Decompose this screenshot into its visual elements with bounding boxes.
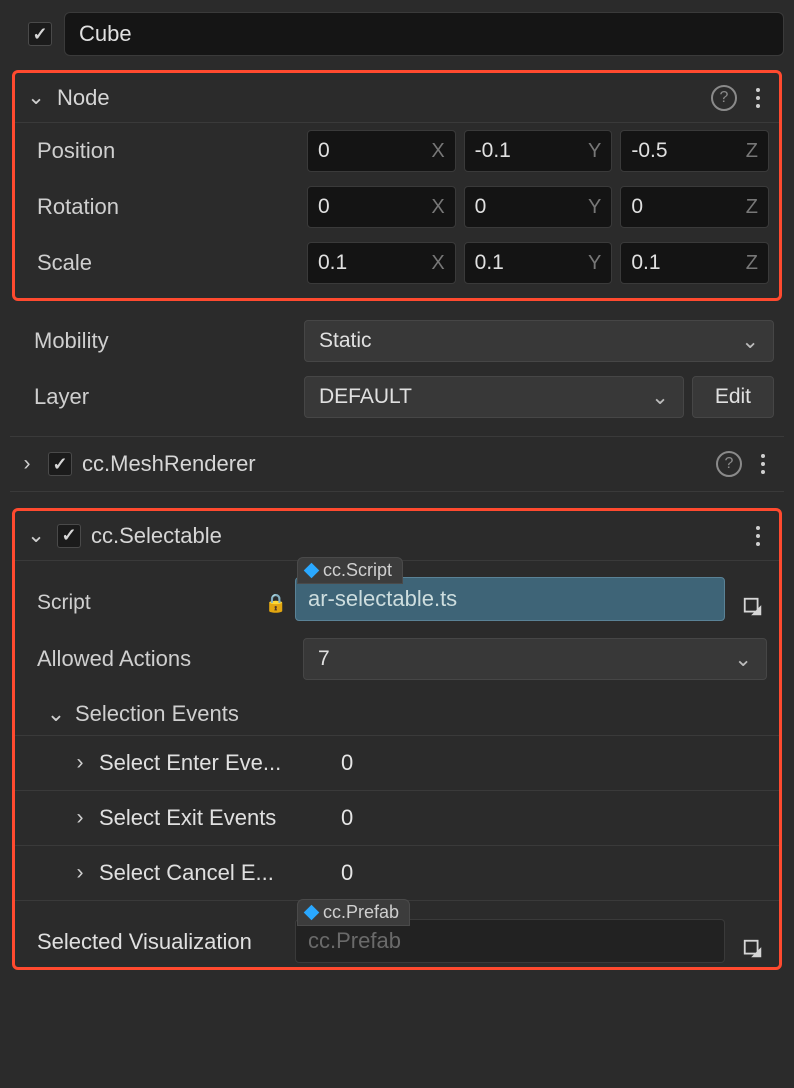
script-type-tag: cc.Script: [297, 557, 403, 584]
chevron-right-icon: ›: [69, 861, 91, 885]
selectable-header[interactable]: ⌄ cc.Selectable: [15, 511, 779, 561]
selected-visualization-row: Selected Visualization cc.Prefab cc.Pref…: [15, 901, 779, 967]
scale-label: Scale: [37, 250, 299, 276]
rotation-x-input[interactable]: 0X: [307, 186, 456, 228]
scale-row: Scale 0.1X 0.1Y 0.1Z: [15, 235, 779, 298]
open-reference-icon[interactable]: [739, 935, 767, 963]
help-icon[interactable]: ?: [716, 451, 742, 477]
mesh-renderer-header[interactable]: › cc.MeshRenderer ?: [10, 436, 784, 492]
scale-z-input[interactable]: 0.1Z: [620, 242, 769, 284]
script-row: Script 🔒 cc.Script ar-selectable.ts: [15, 561, 779, 631]
lock-icon: 🔒: [265, 593, 287, 614]
chevron-right-icon: ›: [69, 806, 91, 830]
object-name-input[interactable]: [64, 12, 784, 56]
rotation-label: Rotation: [37, 194, 299, 220]
layer-row: Layer DEFAULT⌄ Edit: [10, 369, 784, 436]
scale-y-input[interactable]: 0.1Y: [464, 242, 613, 284]
allowed-actions-row: Allowed Actions 7⌄: [15, 631, 779, 687]
edit-layer-button[interactable]: Edit: [692, 376, 774, 418]
selection-events-title: Selection Events: [75, 701, 239, 727]
enable-toggle[interactable]: [28, 22, 52, 46]
scale-x-input[interactable]: 0.1X: [307, 242, 456, 284]
position-label: Position: [37, 138, 299, 164]
node-header[interactable]: ⌄ Node ?: [15, 73, 779, 123]
selectable-toggle[interactable]: [57, 524, 81, 548]
chevron-down-icon: ⌄: [25, 85, 47, 110]
kebab-menu-icon[interactable]: [747, 85, 769, 111]
allowed-actions-label: Allowed Actions: [37, 646, 295, 672]
diamond-icon: [304, 563, 320, 579]
selectable-title: cc.Selectable: [91, 523, 737, 549]
chevron-down-icon: ⌄: [25, 523, 47, 548]
open-reference-icon[interactable]: [739, 593, 767, 621]
select-exit-events-row[interactable]: › Select Exit Events 0: [15, 791, 779, 846]
position-x-input[interactable]: 0X: [307, 130, 456, 172]
script-label: Script: [37, 591, 91, 615]
allowed-actions-select[interactable]: 7⌄: [303, 638, 767, 680]
select-enter-events-row[interactable]: › Select Enter Eve... 0: [15, 736, 779, 791]
event-count: 0: [329, 750, 767, 776]
rotation-y-input[interactable]: 0Y: [464, 186, 613, 228]
position-z-input[interactable]: -0.5Z: [620, 130, 769, 172]
chevron-down-icon: ⌄: [45, 701, 67, 727]
kebab-menu-icon[interactable]: [747, 523, 769, 549]
chevron-right-icon: ›: [69, 751, 91, 775]
chevron-down-icon: ⌄: [741, 329, 759, 354]
mobility-row: Mobility Static⌄: [10, 313, 784, 369]
event-label: Select Enter Eve...: [99, 750, 321, 776]
mesh-renderer-toggle[interactable]: [48, 452, 72, 476]
chevron-right-icon: ›: [16, 452, 38, 476]
selectable-highlight: ⌄ cc.Selectable Script 🔒 cc.Script ar-se…: [12, 508, 782, 970]
event-count: 0: [329, 860, 767, 886]
layer-select[interactable]: DEFAULT⌄: [304, 376, 684, 418]
prefab-type-tag: cc.Prefab: [297, 899, 410, 926]
rotation-z-input[interactable]: 0Z: [620, 186, 769, 228]
kebab-menu-icon[interactable]: [752, 451, 774, 477]
node-highlight: ⌄ Node ? Position 0X -0.1Y -0.5Z Rotatio…: [12, 70, 782, 301]
selected-visualization-label: Selected Visualization: [37, 929, 287, 963]
help-icon[interactable]: ?: [711, 85, 737, 111]
diamond-icon: [304, 905, 320, 921]
node-title: Node: [57, 85, 701, 111]
rotation-row: Rotation 0X 0Y 0Z: [15, 179, 779, 235]
event-label: Select Cancel E...: [99, 860, 321, 886]
position-y-input[interactable]: -0.1Y: [464, 130, 613, 172]
mesh-renderer-title: cc.MeshRenderer: [82, 451, 706, 477]
mobility-label: Mobility: [34, 328, 296, 354]
event-count: 0: [329, 805, 767, 831]
layer-label: Layer: [34, 384, 296, 410]
select-cancel-events-row[interactable]: › Select Cancel E... 0: [15, 846, 779, 901]
position-row: Position 0X -0.1Y -0.5Z: [15, 123, 779, 179]
event-label: Select Exit Events: [99, 805, 321, 831]
chevron-down-icon: ⌄: [734, 647, 752, 672]
selection-events-header[interactable]: ⌄ Selection Events: [15, 687, 779, 736]
chevron-down-icon: ⌄: [651, 385, 669, 410]
mobility-select[interactable]: Static⌄: [304, 320, 774, 362]
